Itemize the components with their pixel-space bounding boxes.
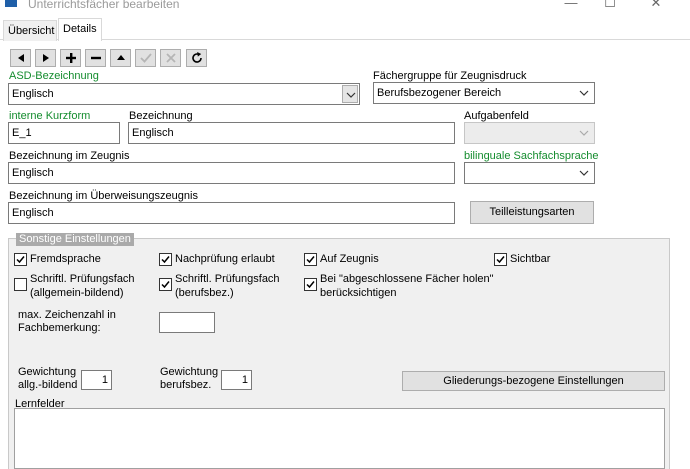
teilleistungsarten-label: Teilleistungsarten — [489, 206, 575, 218]
abgeschlossene-label2: berücksichtigen — [320, 287, 397, 299]
abgeschlossene-checkbox[interactable] — [304, 278, 317, 291]
zeugnis-input[interactable]: Englisch — [8, 162, 455, 184]
nachpruefung-label: Nachprüfung erlaubt — [175, 253, 275, 265]
ueberweisung-value: Englisch — [12, 207, 54, 219]
schriftl-allg-label2: (allgemein-bildend) — [30, 287, 124, 299]
max-zeichen-input[interactable] — [159, 312, 215, 333]
arrow-left-icon — [17, 54, 24, 62]
add-record-button[interactable] — [60, 49, 81, 67]
chevron-down-icon — [579, 130, 589, 136]
tab-details[interactable]: Details — [58, 18, 102, 41]
tab-uebersicht[interactable]: Übersicht — [3, 20, 57, 41]
kurzform-input[interactable]: E_1 — [8, 122, 120, 144]
faechergruppe-combobox[interactable]: Berufsbezogener Bereich — [373, 82, 595, 104]
gewichtung-beruf-input[interactable]: 1 — [221, 370, 252, 390]
gewichtung-allg-input[interactable]: 1 — [81, 370, 112, 390]
ueberweisung-input[interactable]: Englisch — [8, 202, 455, 224]
fremdsprache-label: Fremdsprache — [30, 253, 101, 265]
maximize-icon[interactable]: ☐ — [603, 0, 617, 10]
first-record-button[interactable] — [110, 49, 131, 67]
max-zeichen-label: max. Zeichenzahl in — [18, 309, 116, 321]
gewichtung-beruf-value: 1 — [241, 374, 248, 386]
checkmark-icon — [16, 256, 25, 264]
minimize-icon[interactable]: — — [564, 0, 578, 10]
asd-value: Englisch — [12, 88, 54, 100]
kurzform-value: E_1 — [12, 127, 32, 139]
schriftl-beruf-label: Schriftl. Prüfungsfach — [175, 273, 280, 285]
kurzform-label: interne Kurzform — [9, 110, 91, 122]
bezeichnung-label: Bezeichnung — [129, 110, 193, 122]
teilleistungsarten-button[interactable]: Teilleistungsarten — [470, 201, 594, 224]
schriftl-beruf-label2: (berufsbez.) — [175, 287, 234, 299]
gewichtung-beruf-label2: berufsbez. — [160, 379, 212, 391]
title-bar: Unterrichtsfächer bearbeiten — ☐ ✕ — [0, 0, 690, 14]
zeugnis-label: Bezeichnung im Zeugnis — [9, 150, 130, 162]
refresh-button[interactable] — [186, 49, 207, 67]
plus-icon — [65, 53, 76, 63]
sichtbar-checkbox[interactable] — [494, 253, 507, 266]
schriftl-allg-checkbox[interactable] — [14, 278, 27, 291]
ueberweisung-label: Bezeichnung im Überweisungszeugnis — [9, 190, 198, 202]
checkmark-icon — [161, 281, 170, 289]
group-title: Sonstige Einstellungen — [16, 233, 134, 246]
faechergruppe-label: Fächergruppe für Zeugnisdruck — [373, 70, 527, 82]
gewichtung-beruf-label: Gewichtung — [160, 366, 219, 378]
asd-combobox[interactable]: Englisch — [8, 83, 360, 105]
abgeschlossene-label: Bei "abgeschlossene Fächer holen" — [320, 273, 494, 285]
bilingual-combobox[interactable] — [464, 162, 595, 184]
gliederungs-button-label: Gliederungs-bezogene Einstellungen — [443, 375, 624, 387]
bezeichnung-value: Englisch — [132, 127, 174, 139]
zeugnis-value: Englisch — [12, 167, 54, 179]
faechergruppe-value: Berufsbezogener Bereich — [377, 87, 502, 99]
refresh-icon — [191, 52, 202, 63]
post-button[interactable] — [135, 49, 156, 67]
chevron-down-icon — [346, 92, 356, 98]
schriftl-allg-label: Schriftl. Prüfungsfach — [30, 273, 135, 285]
gewichtung-allg-label: Gewichtung — [18, 366, 77, 378]
window-title: Unterrichtsfächer bearbeiten — [28, 0, 180, 11]
delete-record-button[interactable] — [85, 49, 106, 67]
gliederungs-einstellungen-button[interactable]: Gliederungs-bezogene Einstellungen — [402, 371, 665, 391]
auf-zeugnis-label: Auf Zeugnis — [320, 253, 379, 265]
asd-dropdown-button[interactable] — [342, 85, 358, 103]
cancel-icon — [165, 53, 176, 63]
bezeichnung-input[interactable]: Englisch — [128, 122, 455, 144]
arrow-up-icon — [116, 55, 125, 60]
lernfelder-memo[interactable] — [14, 408, 665, 469]
checkmark-icon — [306, 281, 315, 289]
checkmark-icon — [496, 256, 505, 264]
schriftl-beruf-checkbox[interactable] — [159, 278, 172, 291]
nachpruefung-checkbox[interactable] — [159, 253, 172, 266]
prev-record-button[interactable] — [10, 49, 31, 67]
asd-label: ASD-Bezeichnung — [9, 70, 99, 82]
chevron-down-icon — [579, 170, 589, 176]
auf-zeugnis-checkbox[interactable] — [304, 253, 317, 266]
close-icon[interactable]: ✕ — [649, 0, 663, 10]
app-icon — [5, 0, 17, 7]
aufgabenfeld-combobox[interactable] — [464, 122, 595, 144]
tab-label: Übersicht — [8, 25, 55, 37]
chevron-down-icon — [579, 90, 589, 96]
cancel-button[interactable] — [160, 49, 181, 67]
sichtbar-label: Sichtbar — [510, 253, 551, 265]
next-record-button[interactable] — [35, 49, 56, 67]
fremdsprache-checkbox[interactable] — [14, 253, 27, 266]
gewichtung-allg-value: 1 — [101, 374, 108, 386]
checkmark-icon — [161, 256, 170, 264]
max-zeichen-label2: Fachbemerkung: — [18, 322, 101, 334]
gewichtung-allg-label2: allg.-bildend — [18, 379, 78, 391]
checkmark-icon — [306, 256, 315, 264]
check-icon — [139, 53, 152, 63]
arrow-right-icon — [42, 54, 49, 62]
aufgabenfeld-label: Aufgabenfeld — [464, 110, 529, 122]
minus-icon — [90, 56, 101, 60]
bilingual-label: bilinguale Sachfachsprache — [464, 150, 599, 162]
tab-strip: Übersicht Details — [0, 18, 690, 41]
tab-label: Details — [63, 23, 97, 35]
